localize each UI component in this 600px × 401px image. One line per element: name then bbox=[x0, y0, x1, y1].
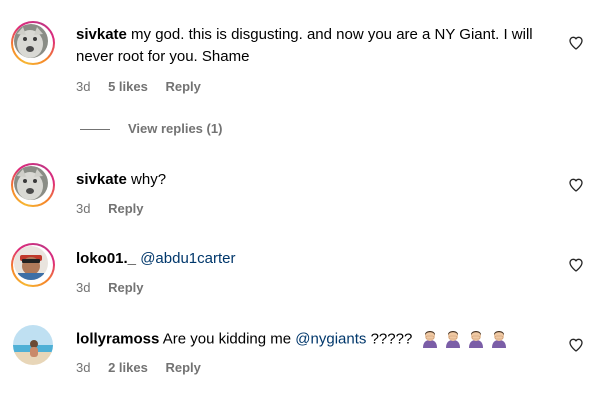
comment-time: 3d bbox=[76, 201, 91, 216]
comment-likes[interactable]: 5 likes bbox=[108, 79, 148, 94]
comment-meta: 3d 5 likes Reply bbox=[76, 79, 215, 95]
comment-username[interactable]: lollyramoss bbox=[76, 330, 159, 347]
reply-button[interactable]: Reply bbox=[165, 360, 200, 375]
reply-button[interactable]: Reply bbox=[165, 79, 200, 94]
comment-meta: 3d Reply bbox=[76, 201, 158, 217]
heart-icon[interactable] bbox=[568, 337, 584, 353]
heart-icon[interactable] bbox=[568, 257, 584, 273]
person-facepalming-emoji bbox=[423, 331, 438, 348]
comment-item: loko01._ @abdu1carter 3d Reply bbox=[0, 240, 600, 310]
comment-time: 3d bbox=[76, 79, 91, 94]
comment-likes[interactable]: 2 likes bbox=[108, 360, 148, 375]
comment-mention[interactable]: @nygiants bbox=[295, 330, 366, 347]
avatar[interactable] bbox=[13, 325, 53, 365]
comment-meta: 3d Reply bbox=[76, 280, 158, 296]
comment-time: 3d bbox=[76, 280, 91, 295]
replies-divider-line bbox=[80, 129, 110, 131]
comment-username[interactable]: loko01._ bbox=[76, 250, 136, 267]
comment-username[interactable]: sivkate bbox=[76, 26, 127, 43]
comment-text: loko01._ @abdu1carter bbox=[76, 248, 546, 270]
comment-body: why? bbox=[131, 171, 167, 188]
avatar bbox=[14, 24, 48, 58]
reply-button[interactable]: Reply bbox=[108, 201, 143, 216]
comment-text: sivkate why? bbox=[76, 169, 546, 191]
emoji-row bbox=[420, 328, 512, 351]
comment-time: 3d bbox=[76, 360, 91, 375]
avatar-story-ring[interactable] bbox=[11, 21, 55, 65]
person-facepalming-emoji bbox=[446, 331, 461, 348]
avatar bbox=[14, 246, 48, 280]
comment-text: sivkate my god. this is disgusting. and … bbox=[76, 24, 546, 68]
person-facepalming-emoji bbox=[492, 331, 507, 348]
comment-item: sivkate my god. this is disgusting. and … bbox=[0, 0, 600, 110]
comment-body: my god. this is disgusting. and now you … bbox=[76, 26, 533, 65]
view-replies-button[interactable]: View replies (1) bbox=[80, 121, 222, 137]
comment-body-end: ????? bbox=[370, 330, 413, 348]
avatar-story-ring[interactable] bbox=[11, 163, 55, 207]
avatar-story-ring[interactable] bbox=[11, 243, 55, 287]
comment-item: sivkate why? 3d Reply bbox=[0, 160, 600, 230]
comment-item: lollyramoss Are you kidding me @nygiants… bbox=[0, 320, 600, 390]
person-facepalming-emoji bbox=[469, 331, 484, 348]
comment-mention[interactable]: @abdu1carter bbox=[140, 250, 235, 267]
avatar bbox=[14, 166, 48, 200]
reply-button[interactable]: Reply bbox=[108, 280, 143, 295]
comment-meta: 3d 2 likes Reply bbox=[76, 360, 215, 376]
comment-text: lollyramoss Are you kidding me @nygiants… bbox=[76, 328, 546, 351]
view-replies-label: View replies (1) bbox=[128, 121, 223, 136]
heart-icon[interactable] bbox=[568, 35, 584, 51]
heart-icon[interactable] bbox=[568, 177, 584, 193]
comment-username[interactable]: sivkate bbox=[76, 171, 127, 188]
comment-body: Are you kidding me bbox=[162, 330, 292, 348]
